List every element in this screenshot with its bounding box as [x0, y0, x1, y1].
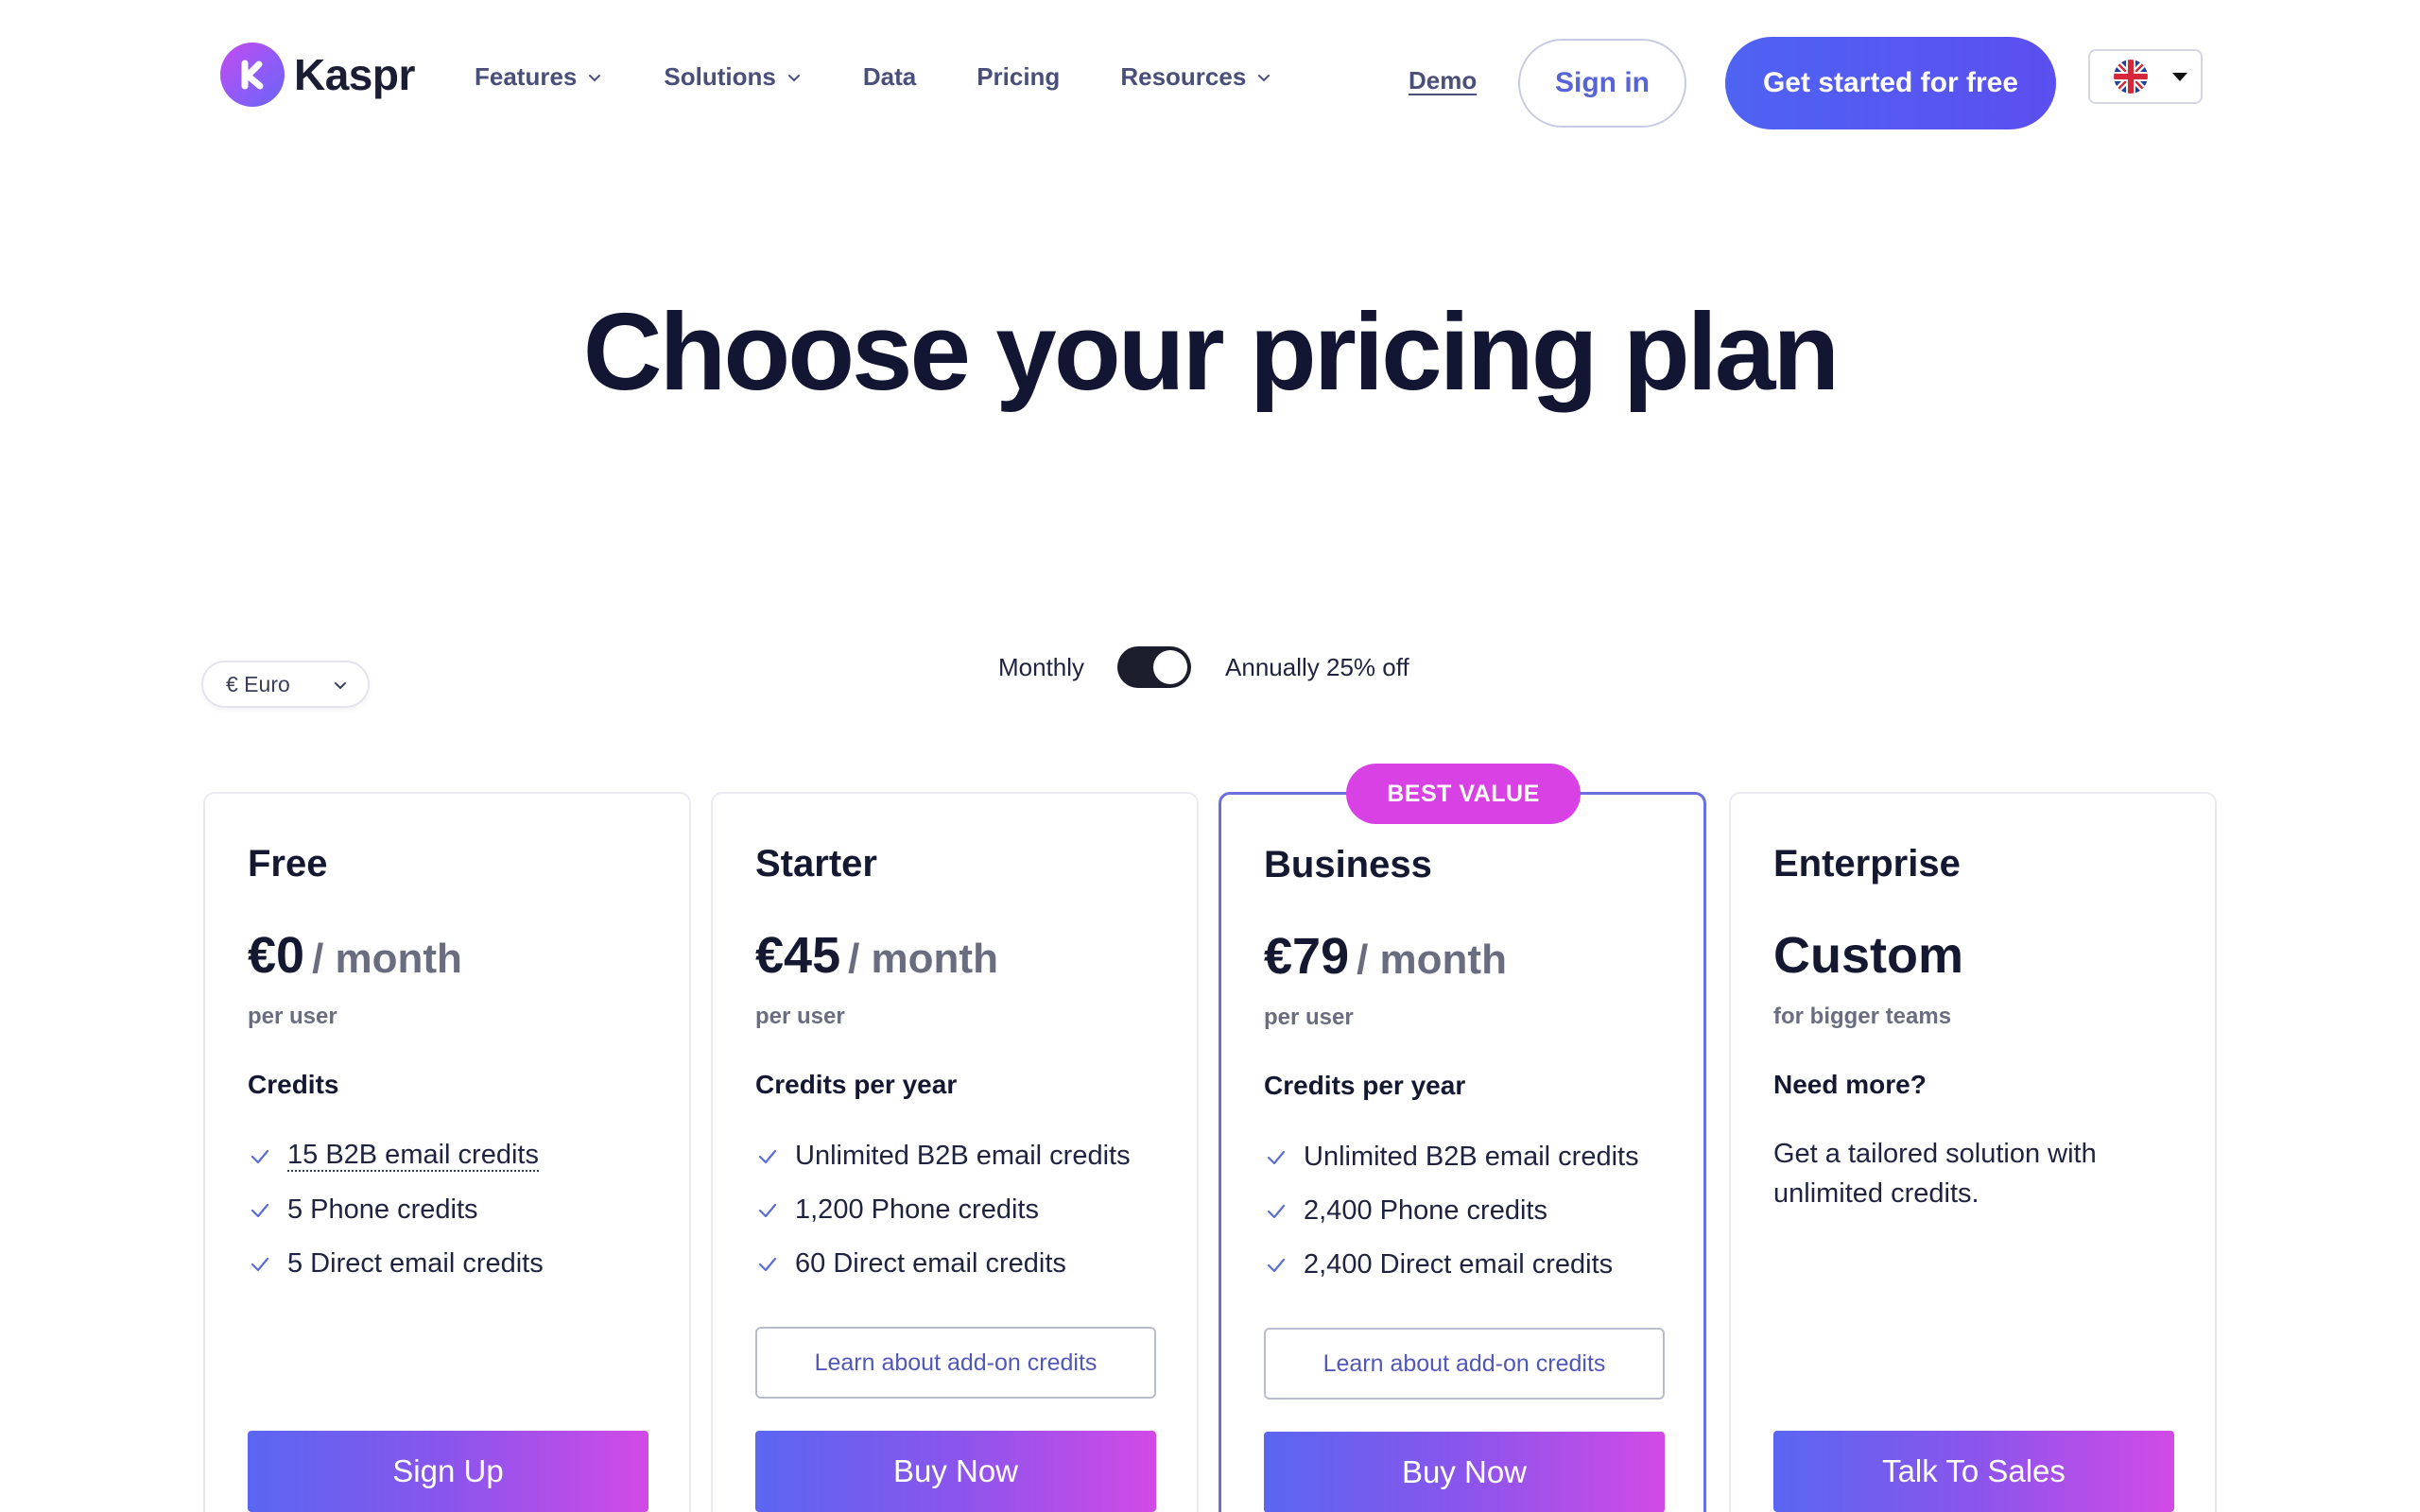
plan-per: for bigger teams — [1773, 1004, 1952, 1029]
plan-price: €45 — [755, 927, 841, 984]
plan-period: / month — [312, 936, 462, 982]
feature-text: 5 Phone credits — [287, 1194, 478, 1225]
plan-price: Custom — [1773, 927, 1963, 984]
plan-name: Enterprise — [1773, 843, 1961, 885]
feature-text: 5 Direct email credits — [287, 1248, 544, 1279]
feature-list: 15 B2B email credits 5 Phone credits 5 D… — [248, 1129, 544, 1291]
kaspr-logo[interactable]: Kaspr — [220, 43, 415, 107]
check-icon — [758, 1149, 777, 1163]
feature-item: Unlimited B2B email credits — [755, 1129, 1131, 1183]
get-started-button[interactable]: Get started for free — [1725, 37, 2056, 129]
best-value-badge: BEST VALUE — [1346, 764, 1581, 824]
addon-credits-button[interactable]: Learn about add-on credits — [1264, 1328, 1665, 1400]
check-icon — [1267, 1150, 1286, 1164]
plan-period: / month — [1357, 936, 1507, 983]
billing-toggle-group: Monthly Annually 25% off — [998, 646, 1409, 688]
price-row: Custom — [1773, 926, 1963, 985]
plan-section-heading: Need more? — [1773, 1070, 1927, 1099]
uk-flag-icon — [2114, 60, 2148, 94]
nav-pricing[interactable]: Pricing — [977, 62, 1060, 92]
nav-solutions-label: Solutions — [664, 62, 776, 91]
billing-annually-label[interactable]: Annually 25% off — [1225, 653, 1409, 682]
addon-credits-button[interactable]: Learn about add-on credits — [755, 1327, 1156, 1399]
chevron-down-icon — [335, 682, 346, 690]
price-row: €45 / month — [755, 926, 998, 985]
demo-link[interactable]: Demo — [1409, 66, 1477, 95]
kaspr-logo-icon — [220, 43, 285, 107]
feature-list: Unlimited B2B email credits 1,200 Phone … — [755, 1129, 1131, 1291]
plan-card-starter: Starter €45 / month per user Credits per… — [711, 792, 1199, 1512]
page-title: Choose your pricing plan — [582, 290, 1841, 413]
check-icon — [251, 1257, 269, 1271]
nav-data[interactable]: Data — [863, 62, 916, 92]
feature-item: 15 B2B email credits — [248, 1129, 544, 1183]
feature-item: 2,400 Direct email credits — [1264, 1238, 1639, 1292]
feature-text: 2,400 Phone credits — [1304, 1195, 1547, 1226]
site-header: Kaspr Features Solutions Data Pricing Re… — [0, 0, 2420, 161]
check-icon — [251, 1203, 269, 1217]
plan-description: Get a tailored solution with unlimited c… — [1773, 1139, 2097, 1209]
feature-text: Unlimited B2B email credits — [1304, 1142, 1639, 1172]
feature-item: 5 Phone credits — [248, 1183, 544, 1237]
brand-name: Kaspr — [294, 50, 415, 99]
nav-features[interactable]: Features — [475, 62, 603, 92]
nav-resources-label: Resources — [1120, 62, 1247, 91]
feature-item: 2,400 Phone credits — [1264, 1184, 1639, 1238]
plan-section-heading: Credits per year — [755, 1070, 958, 1099]
price-row: €79 / month — [1264, 927, 1507, 986]
chevron-down-icon — [589, 74, 601, 81]
sign-up-button[interactable]: Sign Up — [248, 1431, 648, 1512]
plan-section-heading: Credits per year — [1264, 1071, 1466, 1100]
plan-price: €0 — [248, 927, 305, 984]
plan-price: €79 — [1264, 928, 1350, 985]
caret-down-icon — [2172, 72, 2187, 81]
feature-item: Unlimited B2B email credits — [1264, 1130, 1639, 1184]
chevron-down-icon — [787, 74, 800, 81]
billing-period-toggle[interactable] — [1117, 646, 1192, 688]
feature-item: 5 Direct email credits — [248, 1237, 544, 1291]
toggle-knob — [1153, 650, 1188, 684]
plan-card-free: Free €0 / month per user Credits 15 B2B … — [203, 792, 691, 1512]
feature-text: Unlimited B2B email credits — [795, 1141, 1131, 1171]
plan-section-heading: Credits — [248, 1070, 339, 1099]
feature-list: Unlimited B2B email credits 2,400 Phone … — [1264, 1130, 1639, 1292]
nav-resources[interactable]: Resources — [1120, 62, 1272, 92]
feature-text: 60 Direct email credits — [795, 1248, 1066, 1279]
feature-text: 2,400 Direct email credits — [1304, 1249, 1614, 1280]
plan-card-enterprise: Enterprise Custom for bigger teams Need … — [1729, 792, 2217, 1512]
feature-text[interactable]: 15 B2B email credits — [287, 1140, 539, 1173]
plan-name: Free — [248, 843, 328, 885]
plan-card-business: Business €79 / month per user Credits pe… — [1219, 792, 1706, 1512]
main-nav: Features Solutions Data Pricing Resource… — [475, 62, 1333, 92]
sign-in-button[interactable]: Sign in — [1518, 39, 1686, 128]
language-selector[interactable] — [2088, 49, 2203, 104]
talk-to-sales-button[interactable]: Talk To Sales — [1773, 1431, 2174, 1512]
feature-text: 1,200 Phone credits — [795, 1194, 1039, 1225]
buy-now-button[interactable]: Buy Now — [755, 1431, 1156, 1512]
plan-name: Starter — [755, 843, 877, 885]
plan-per: per user — [248, 1004, 337, 1029]
buy-now-button[interactable]: Buy Now — [1264, 1432, 1665, 1512]
plan-per: per user — [755, 1004, 845, 1029]
chevron-down-icon — [1258, 74, 1270, 81]
feature-item: 60 Direct email credits — [755, 1237, 1131, 1291]
check-icon — [251, 1149, 269, 1163]
nav-pricing-label: Pricing — [977, 62, 1061, 91]
nav-features-label: Features — [475, 62, 578, 91]
check-icon — [1267, 1258, 1286, 1272]
currency-select[interactable]: € Euro — [201, 661, 370, 708]
price-row: €0 / month — [248, 926, 462, 985]
check-icon — [1267, 1204, 1286, 1218]
check-icon — [758, 1203, 777, 1217]
currency-value: € Euro — [226, 671, 290, 696]
plan-name: Business — [1264, 844, 1432, 885]
plan-period: / month — [848, 936, 998, 982]
feature-item: 1,200 Phone credits — [755, 1183, 1131, 1237]
nav-data-label: Data — [862, 62, 917, 91]
billing-monthly-label[interactable]: Monthly — [998, 653, 1084, 682]
nav-solutions[interactable]: Solutions — [664, 62, 802, 92]
check-icon — [758, 1257, 777, 1271]
plan-per: per user — [1264, 1005, 1354, 1030]
